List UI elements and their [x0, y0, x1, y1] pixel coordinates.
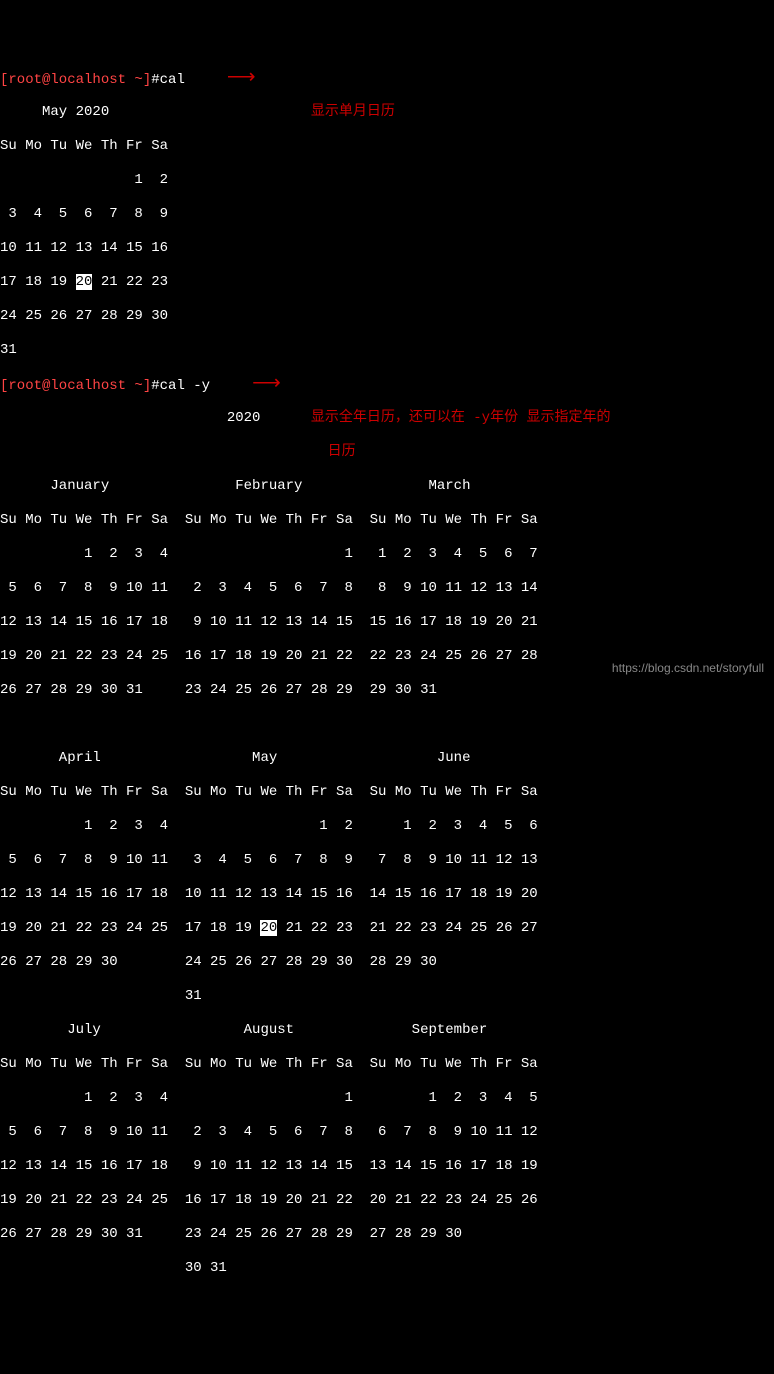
month-title: May 2020 显示单月日历 — [0, 104, 774, 121]
weekday-headers-row3: Su Mo Tu We Th Fr Sa Su Mo Tu We Th Fr S… — [0, 1056, 774, 1073]
month-names-row2: April May June — [0, 750, 774, 767]
cal-row: 12 13 14 15 16 17 18 9 10 11 12 13 14 15… — [0, 614, 774, 631]
command-cal-y: cal -y — [160, 378, 210, 394]
cal-row: 30 31 — [0, 1260, 774, 1277]
prompt-line-2[interactable]: [root@localhost ~]#cal -y ⟶ — [0, 376, 774, 393]
arrow-icon: ⟶ — [227, 70, 256, 87]
prompt-user: [root@localhost ~] — [0, 72, 151, 88]
cal-row: 3 4 5 6 7 8 9 — [0, 206, 774, 223]
cal-row-highlight: 17 18 19 20 21 22 23 — [0, 274, 774, 291]
today-highlight: 20 — [76, 274, 93, 290]
cal-row: 1 2 — [0, 172, 774, 189]
annotation-year: 显示全年日历，还可以在 -y年份 显示指定年的 — [311, 410, 611, 426]
cal-row: 24 25 26 27 28 29 30 — [0, 308, 774, 325]
annotation-year-2: 日历 — [328, 444, 356, 460]
cal-row: 1 2 3 4 1 2 1 2 3 4 5 6 — [0, 818, 774, 835]
arrow-icon: ⟶ — [252, 376, 281, 393]
cal-row: 5 6 7 8 9 10 11 2 3 4 5 6 7 8 6 7 8 9 10… — [0, 1124, 774, 1141]
month-names-row3: July August September — [0, 1022, 774, 1039]
today-highlight: 20 — [260, 920, 277, 936]
prompt-line-1[interactable]: [root@localhost ~]#cal ⟶ — [0, 70, 774, 87]
cal-row: 26 27 28 29 30 24 25 26 27 28 29 30 28 2… — [0, 954, 774, 971]
cal-row: 10 11 12 13 14 15 16 — [0, 240, 774, 257]
year-title-line: 2020 显示全年日历，还可以在 -y年份 显示指定年的 — [0, 410, 774, 427]
annotation-line-2: 日历 — [0, 444, 774, 461]
month-names-row1: January February March — [0, 478, 774, 495]
cal-row: 31 — [0, 342, 774, 359]
annotation-single-month: 显示单月日历 — [311, 104, 395, 120]
command-cal: cal — [160, 72, 185, 88]
cal-row-highlight: 19 20 21 22 23 24 25 17 18 19 20 21 22 2… — [0, 920, 774, 937]
cal-row: 19 20 21 22 23 24 25 16 17 18 19 20 21 2… — [0, 1192, 774, 1209]
weekday-header: Su Mo Tu We Th Fr Sa — [0, 138, 774, 155]
prompt-user: [root@localhost ~] — [0, 378, 151, 394]
cal-row: 26 27 28 29 30 31 23 24 25 26 27 28 29 2… — [0, 682, 774, 699]
cal-row: 5 6 7 8 9 10 11 3 4 5 6 7 8 9 7 8 9 10 1… — [0, 852, 774, 869]
cal-row: 12 13 14 15 16 17 18 9 10 11 12 13 14 15… — [0, 1158, 774, 1175]
watermark: https://blog.csdn.net/storyfull — [612, 660, 764, 677]
prompt-hash: # — [151, 378, 159, 394]
prompt-hash: # — [151, 72, 159, 88]
cal-row — [0, 716, 774, 733]
cal-row: 5 6 7 8 9 10 11 2 3 4 5 6 7 8 8 9 10 11 … — [0, 580, 774, 597]
cal-row: 1 2 3 4 1 1 2 3 4 5 — [0, 1090, 774, 1107]
cal-row: 26 27 28 29 30 31 23 24 25 26 27 28 29 2… — [0, 1226, 774, 1243]
weekday-headers-row1: Su Mo Tu We Th Fr Sa Su Mo Tu We Th Fr S… — [0, 512, 774, 529]
cal-row: 31 — [0, 988, 774, 1005]
weekday-headers-row2: Su Mo Tu We Th Fr Sa Su Mo Tu We Th Fr S… — [0, 784, 774, 801]
cal-row: 12 13 14 15 16 17 18 10 11 12 13 14 15 1… — [0, 886, 774, 903]
cal-row: 1 2 3 4 1 1 2 3 4 5 6 7 — [0, 546, 774, 563]
